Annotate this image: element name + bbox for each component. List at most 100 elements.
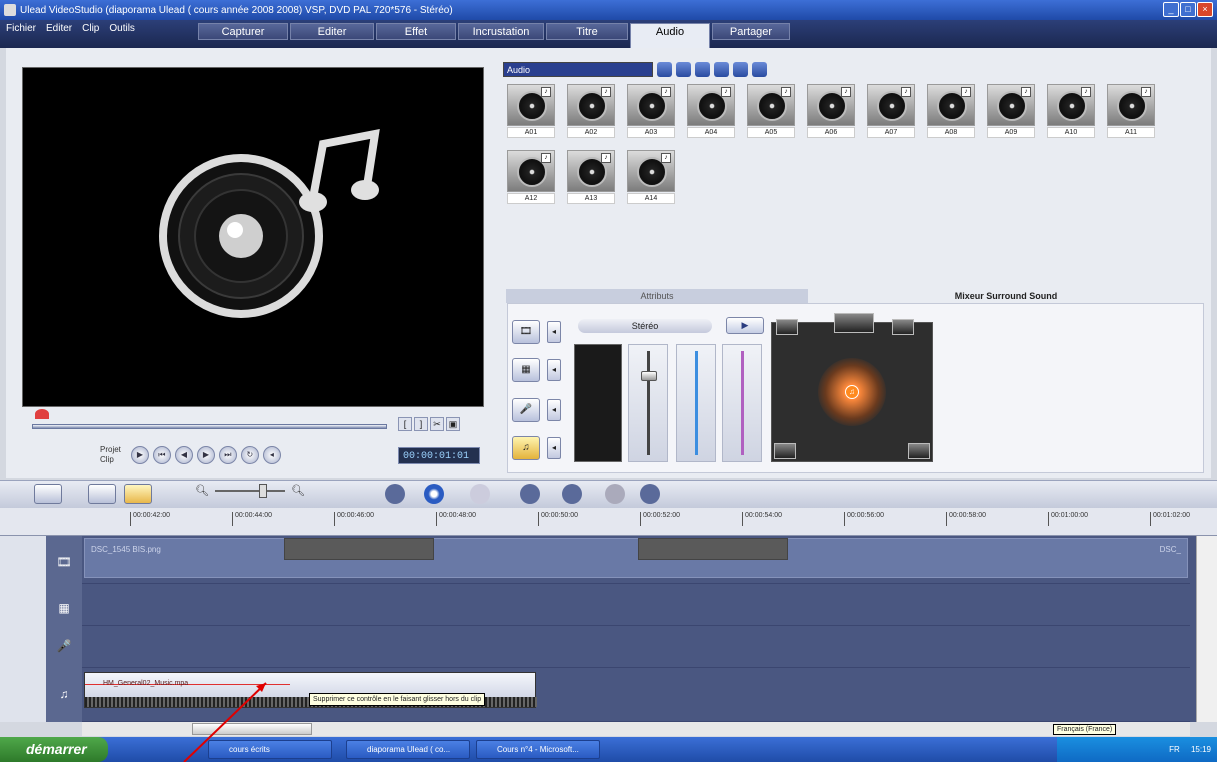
add-icon[interactable] [733,62,748,77]
next-frame-button[interactable]: ▶ [196,446,215,464]
library-clip[interactable]: ♪ A10 [1045,84,1097,142]
surround-pad[interactable]: ♫ [771,313,933,462]
scrubber-handle[interactable] [35,409,49,419]
right-channel-fader[interactable] [722,344,762,462]
tab-mixeur-surround[interactable]: Mixeur Surround Sound [808,289,1204,303]
preview-scrubber[interactable] [32,409,387,440]
split-clip-button[interactable]: ✂ [430,417,444,431]
surround-position-handle[interactable]: ♫ [845,385,859,399]
enlarge-preview-button[interactable]: ▣ [446,417,460,431]
library-clip[interactable]: ♪ A14 [625,150,677,208]
sort-icon[interactable] [695,62,710,77]
project-label[interactable]: Projet [100,445,121,455]
overlay-track[interactable] [82,584,1190,626]
library-clip[interactable]: ♪ A06 [805,84,857,142]
smart-proxy-icon[interactable] [520,484,540,504]
timeline-view-button[interactable] [88,484,116,504]
menu-fichier[interactable]: Fichier [6,23,36,34]
close-button[interactable]: × [1197,2,1213,17]
tab-attributs[interactable]: Attributs [506,289,808,303]
zoom-out-icon[interactable]: 🔍︎ [195,484,209,497]
overlay-track-button[interactable]: ▦ [512,358,540,382]
tab-capturer[interactable]: Capturer [198,23,288,40]
library-clip[interactable]: ♪ A05 [745,84,797,142]
zoom-in-icon[interactable]: 🔍︎ [291,484,305,497]
video-track[interactable]: DSC_1545 BIS.png DSC_ [82,536,1190,584]
scrubber-track[interactable] [32,424,387,429]
mark-out-button[interactable]: ] [414,417,428,431]
maximize-button[interactable]: □ [1180,2,1196,17]
voice-track-button[interactable]: 🎤 [512,398,540,422]
minimize-button[interactable]: _ [1163,2,1179,17]
music-track-icon[interactable]: ♫ [54,684,74,704]
speaker-icon[interactable]: ◂ [547,321,561,343]
filmstrip-icon[interactable] [676,62,691,77]
start-button[interactable]: démarrer [0,737,108,762]
clip-label[interactable]: Clip [100,455,121,465]
library-category-select[interactable]: Audio [503,62,653,77]
previous-frame-button[interactable]: ◀ [174,446,193,464]
home-button[interactable]: ⏮ [152,446,171,464]
speaker-icon[interactable]: ◂ [547,399,561,421]
zoom-control[interactable]: 🔍︎ 🔍︎ [195,483,305,498]
vertical-scrollbar[interactable] [1196,536,1217,722]
undo-icon[interactable] [424,484,444,504]
task-microsoft-word[interactable]: Cours n°4 - Microsoft... [476,740,600,759]
mixer-play-button[interactable]: ▶ [726,317,764,334]
fader-knob[interactable] [641,371,657,381]
audio-view-button[interactable] [124,484,152,504]
repeat-button[interactable]: ↻ [240,446,259,464]
menu-editer[interactable]: Editer [46,23,72,34]
auto-music-icon[interactable] [605,484,625,504]
library-clip[interactable]: ♪ A11 [1105,84,1157,142]
menu-clip[interactable]: Clip [82,23,99,34]
library-clip[interactable]: ♪ A01 [505,84,557,142]
video-track-icon[interactable]: 🎞 [54,552,74,572]
horizontal-scrollbar[interactable] [82,722,1190,736]
zoom-slider-handle[interactable] [258,483,267,498]
library-clip[interactable]: ♪ A13 [565,150,617,208]
time-ruler[interactable]: 00:00:42:00 00:00:44:00 00:00:46:00 00:00:4… [0,508,1217,536]
task-diaporama[interactable]: diaporama Ulead ( co... [346,740,470,759]
tab-effet[interactable]: Effet [376,23,456,40]
library-clip[interactable]: ♪ A08 [925,84,977,142]
storyboard-view-button[interactable] [34,484,62,504]
scrollbar-thumb[interactable] [192,723,312,735]
expand-icon[interactable] [752,62,767,77]
chapter-icon[interactable] [640,484,660,504]
transition-block[interactable] [638,538,788,560]
timecode-display[interactable]: 00:00:01:01 [398,447,480,464]
mark-in-button[interactable]: [ [398,417,412,431]
speaker-icon[interactable]: ◂ [547,437,561,459]
redo-icon[interactable] [470,484,490,504]
insert-media-icon[interactable] [385,484,405,504]
folder-icon[interactable] [657,62,672,77]
tab-partager[interactable]: Partager [712,23,790,40]
play-button[interactable]: ▶ [130,446,149,464]
transition-block[interactable] [284,538,434,560]
menu-outils[interactable]: Outils [109,23,135,34]
volume-fader[interactable] [628,344,668,462]
music-track-button[interactable]: ♫ [512,436,540,460]
volume-button[interactable]: ◂ [262,446,281,464]
library-clip[interactable]: ♪ A07 [865,84,917,142]
video-clip[interactable]: DSC_1545 BIS.png DSC_ [84,538,1188,578]
library-clip[interactable]: ♪ A12 [505,150,557,208]
task-cours-ecrits[interactable]: cours écrits [208,740,332,759]
tab-incrustation[interactable]: Incrustation [458,23,544,40]
cd-icon[interactable] [714,62,729,77]
speaker-icon[interactable]: ◂ [547,359,561,381]
library-clip[interactable]: ♪ A03 [625,84,677,142]
library-clip[interactable]: ♪ A02 [565,84,617,142]
tab-audio[interactable]: Audio [630,23,710,48]
library-clip[interactable]: ♪ A09 [985,84,1037,142]
voice-track[interactable] [82,626,1190,668]
end-button[interactable]: ⏭ [218,446,237,464]
video-track-button[interactable]: 🎞 [512,320,540,344]
voice-track-icon[interactable]: 🎤 [54,636,74,656]
overlay-track-icon[interactable]: ▦ [54,598,74,618]
record-voice-icon[interactable] [562,484,582,504]
tab-editer[interactable]: Editer [290,23,374,40]
library-clip[interactable]: ♪ A04 [685,84,737,142]
left-channel-fader[interactable] [676,344,716,462]
